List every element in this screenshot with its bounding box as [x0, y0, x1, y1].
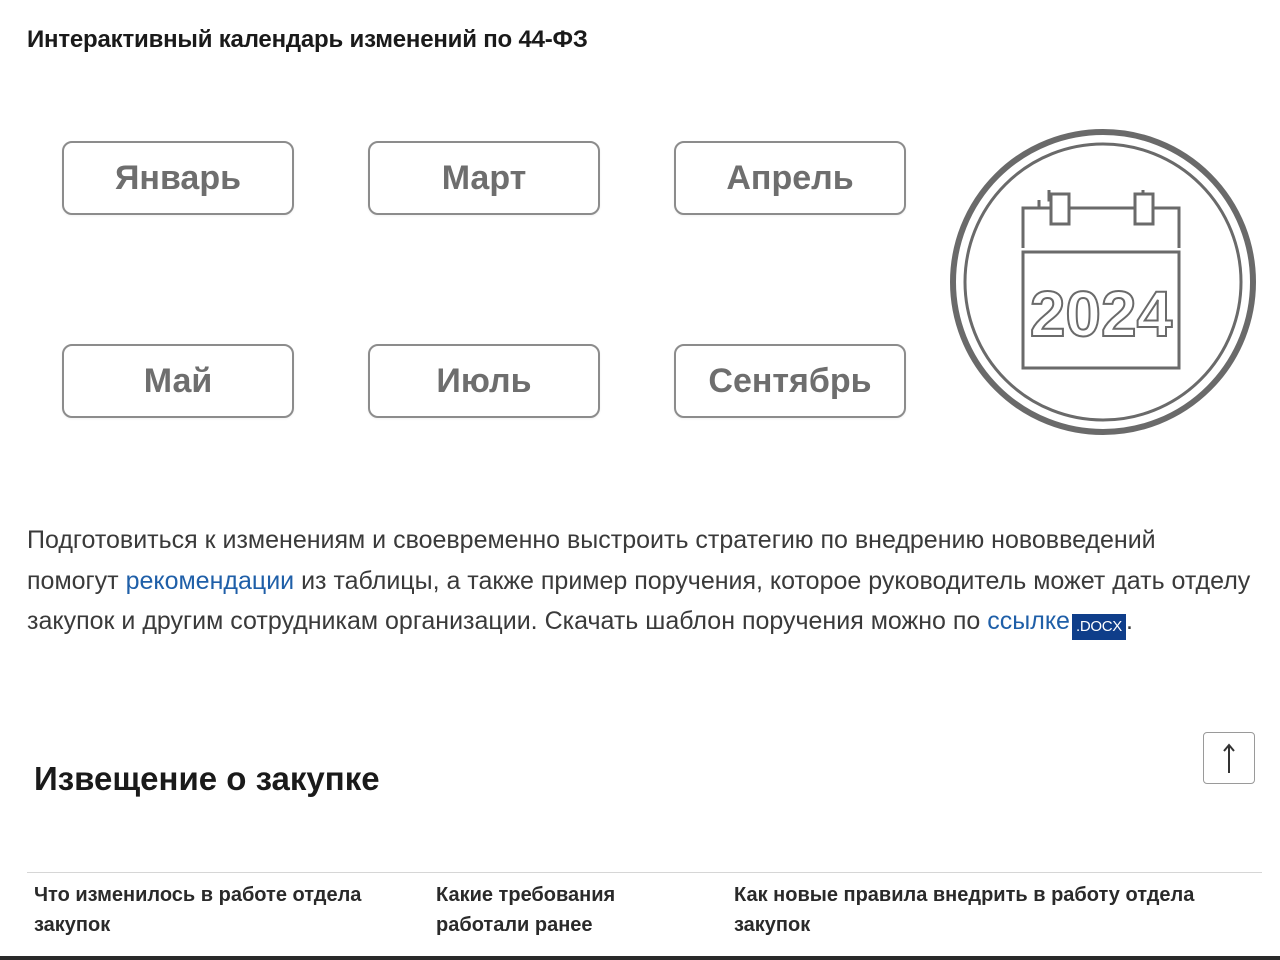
calendar-icon: 2024	[950, 129, 1256, 435]
section-title: Извещение о закупке	[34, 760, 380, 797]
bottom-edge	[0, 956, 1280, 960]
template-download-link[interactable]: ссылке	[987, 607, 1070, 635]
year-text: 2024	[1030, 278, 1173, 350]
table-header-implementation: Как новые правила внедрить в работу отде…	[734, 884, 1195, 936]
scroll-to-top-button[interactable]	[1203, 732, 1255, 784]
intro-paragraph: Подготовиться к изменениям и своевременн…	[27, 520, 1252, 642]
month-button-may[interactable]: Май	[62, 344, 294, 418]
month-button-april[interactable]: Апрель	[674, 141, 906, 215]
recommendations-link[interactable]: рекомендации	[126, 567, 295, 595]
docx-file-badge[interactable]: .docx	[1071, 614, 1126, 640]
month-button-january[interactable]: Январь	[62, 141, 294, 215]
table-header-changes: Что изменилось в работе отдела закупок	[34, 884, 362, 936]
arrow-up-icon	[1223, 743, 1235, 773]
intro-text-end: .	[1125, 607, 1133, 635]
page-title: Интерактивный календарь изменений по 44-…	[27, 26, 588, 53]
month-button-july[interactable]: Июль	[368, 344, 600, 418]
table-divider	[27, 872, 1262, 873]
month-button-september[interactable]: Сентябрь	[674, 344, 906, 418]
table-header-previous-requirements: Какие требования работали ранее	[436, 884, 616, 936]
year-badge: 2024	[949, 128, 1257, 436]
month-button-march[interactable]: Март	[368, 141, 600, 215]
